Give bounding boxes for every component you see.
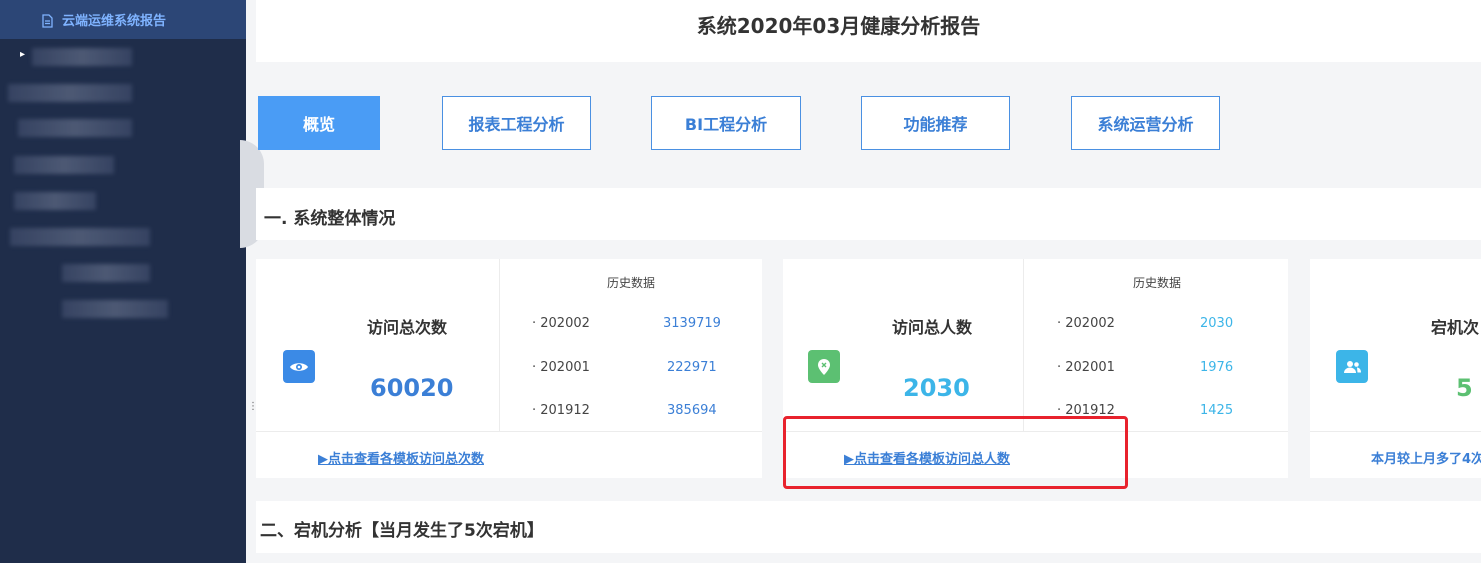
history-period: · 201912 — [532, 403, 590, 418]
tab-overview[interactable]: 概览 — [258, 96, 380, 150]
sidebar-item-blurred[interactable] — [18, 119, 132, 137]
highlight-box — [783, 416, 1128, 489]
divider — [1023, 259, 1024, 431]
history-title: 历史数据 — [1133, 276, 1182, 290]
tab-bi-project-analysis[interactable]: BI工程分析 — [651, 96, 801, 150]
section-title: 二、宕机分析【当月发生了5次宕机】 — [260, 521, 544, 541]
metric-title: 宕机次 — [1431, 318, 1480, 337]
history-value: 222971 — [667, 360, 717, 375]
divider — [499, 259, 500, 431]
metric-title: 访问总次数 — [367, 318, 448, 337]
history-period: · 202002 — [532, 316, 590, 331]
tab-report-project-analysis[interactable]: 报表工程分析 — [442, 96, 591, 150]
metric-title: 访问总人数 — [892, 318, 973, 337]
history-period: · 202001 — [532, 360, 590, 375]
history-title: 历史数据 — [607, 276, 656, 290]
sidebar-item-blurred[interactable] — [14, 192, 96, 210]
sidebar-item-blurred[interactable] — [62, 264, 150, 282]
metric-card-visits: 访问总次数 60020 历史数据 · 202002 3139719 · 2020… — [256, 259, 762, 478]
expand-arrow-icon[interactable]: ▸ — [20, 49, 25, 60]
divider — [256, 431, 762, 432]
downtime-comparison-text: 本月较上月多了4次 — [1371, 452, 1481, 467]
sidebar-item-label: 云端运维系统报告 — [62, 14, 167, 29]
history-value: 2030 — [1200, 316, 1234, 331]
sidebar-item-active[interactable]: 云端运维系统报告 — [0, 0, 246, 39]
sidebar: 云端运维系统报告 ▸ — [0, 0, 246, 563]
sidebar-item-blurred[interactable] — [8, 84, 132, 102]
section-overview: 一. 系统整体情况 — [256, 188, 1481, 240]
sidebar-item-blurred[interactable] — [32, 48, 132, 66]
view-template-visits-link[interactable]: ▶点击查看各模板访问总次数 — [318, 448, 484, 467]
history-value: 385694 — [667, 403, 717, 418]
metric-value: 2030 — [903, 374, 970, 402]
history-value: 3139719 — [663, 316, 721, 331]
sidebar-item-blurred[interactable] — [62, 300, 168, 318]
report-header: 系统2020年03月健康分析报告 — [256, 0, 1481, 62]
divider — [1310, 431, 1481, 432]
section-title: 一. 系统整体情况 — [264, 209, 396, 229]
tab-system-operation-analysis[interactable]: 系统运营分析 — [1071, 96, 1220, 150]
section-downtime: 二、宕机分析【当月发生了5次宕机】 — [256, 501, 1481, 553]
metric-value: 60020 — [370, 374, 454, 402]
metric-card-downtime: 宕机次 5 本月较上月多了4次 — [1310, 259, 1481, 478]
sidebar-item-blurred[interactable] — [10, 228, 150, 246]
history-value: 1425 — [1200, 403, 1234, 418]
sidebar-item-blurred[interactable] — [14, 156, 114, 174]
history-period: · 202002 — [1057, 316, 1115, 331]
history-value: 1976 — [1200, 360, 1234, 375]
tab-feature-recommendation[interactable]: 功能推荐 — [861, 96, 1010, 150]
metric-value: 5 — [1456, 374, 1473, 402]
location-pin-icon — [808, 350, 840, 383]
history-period: · 202001 — [1057, 360, 1115, 375]
users-icon — [1336, 350, 1368, 383]
document-icon — [40, 13, 54, 28]
page-title: 系统2020年03月健康分析报告 — [696, 14, 981, 38]
eye-icon — [283, 350, 315, 383]
